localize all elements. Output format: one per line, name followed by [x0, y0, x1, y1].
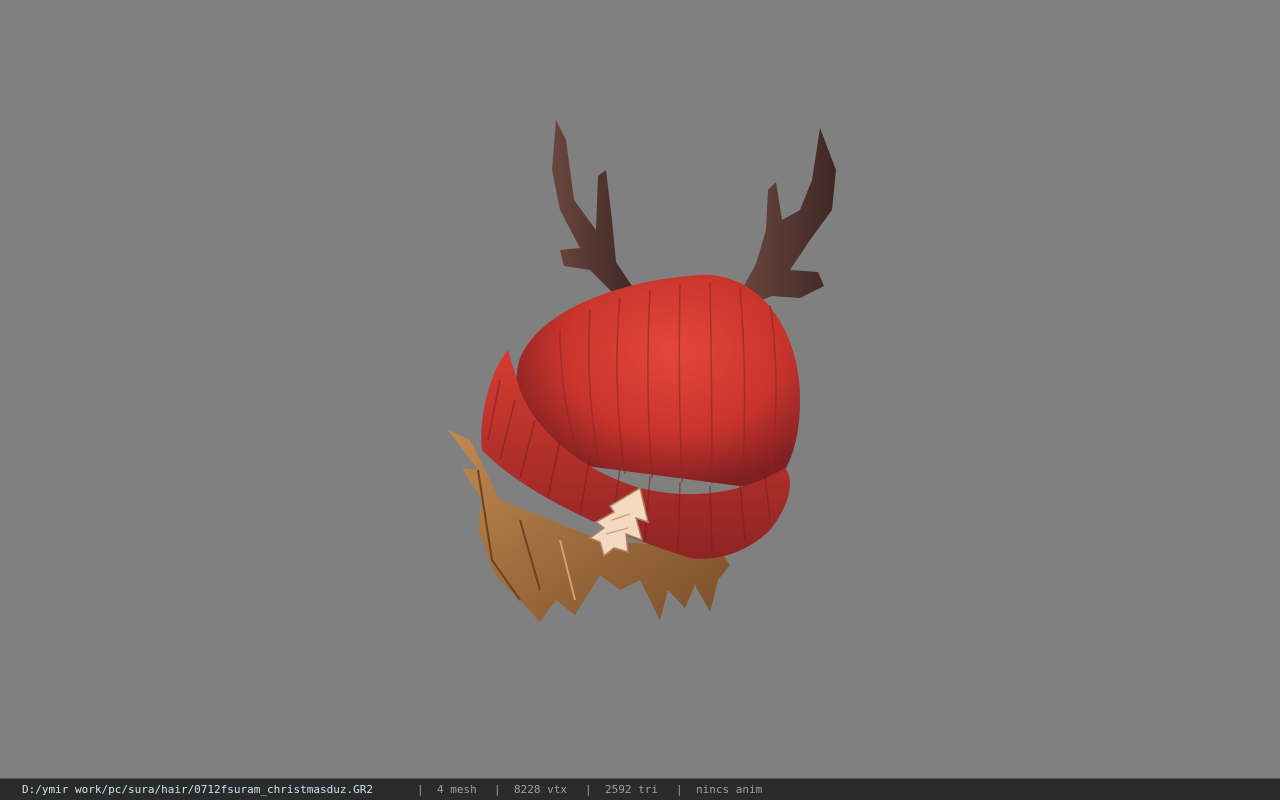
status-separator: | — [494, 783, 501, 796]
triangle-count-label: 2592 tri — [605, 783, 658, 796]
3d-viewport[interactable] — [0, 0, 1280, 778]
mesh-count-label: 4 mesh — [437, 783, 477, 796]
antler-left — [552, 120, 636, 298]
status-bar: D:/ymir work/pc/sura/hair/0712fsuram_chr… — [0, 778, 1280, 800]
animation-status-label: nincs anim — [696, 783, 763, 796]
status-separator: | — [585, 783, 592, 796]
antler-right — [738, 128, 836, 306]
status-separator: | — [676, 783, 683, 796]
status-separator: | — [417, 783, 424, 796]
vertex-count-label: 8228 vtx — [514, 783, 567, 796]
file-path-label: D:/ymir work/pc/sura/hair/0712fsuram_chr… — [22, 783, 373, 796]
model-render — [448, 120, 836, 622]
